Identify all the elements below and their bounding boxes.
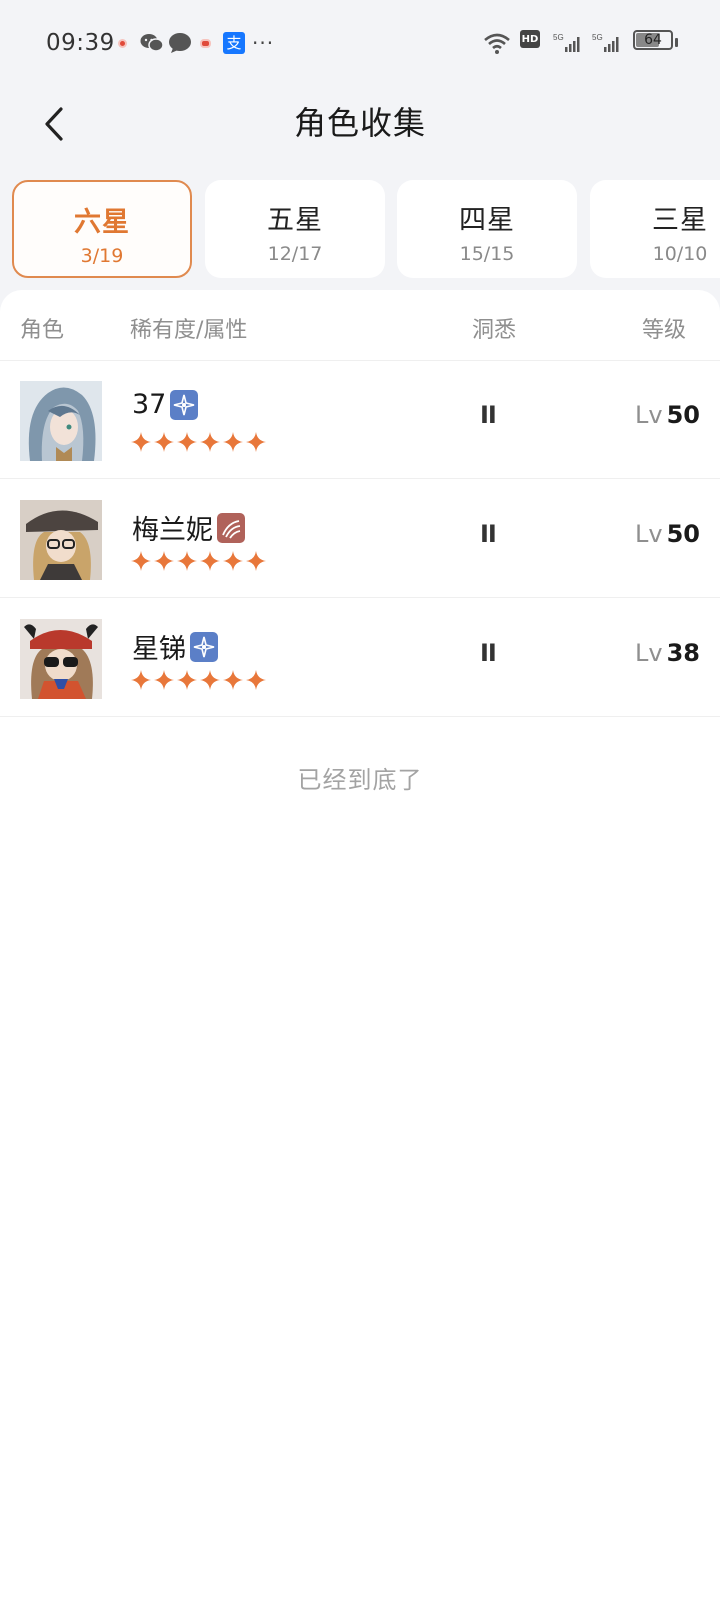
battery-icon: 64 [633, 30, 673, 50]
star-icon [131, 432, 151, 452]
character-row[interactable]: 梅兰妮 II Lv 50 [0, 480, 720, 598]
level-prefix: Lv [635, 639, 663, 667]
insight-level: II [480, 401, 497, 429]
star-icon [223, 432, 243, 452]
star-icon [177, 670, 197, 690]
star-icon [200, 432, 220, 452]
star-icon [177, 551, 197, 571]
character-level: Lv 50 [635, 520, 700, 548]
level-value: 50 [666, 401, 700, 429]
column-header-character: 角色 [20, 318, 65, 343]
battery-tip [675, 38, 678, 47]
rarity-tabs: 六星 3/19 五星 12/17 四星 15/15 三星 10/10 [0, 180, 720, 280]
clock: 09:39 [46, 30, 115, 56]
column-header-insight: 洞悉 [472, 318, 517, 343]
message-bubble-icon [168, 30, 192, 56]
character-name-line: 星锑 [132, 627, 218, 666]
character-level: Lv 38 [635, 639, 700, 667]
wechat-icon [140, 30, 164, 56]
star-icon [200, 551, 220, 571]
svg-text:5G: 5G [592, 33, 603, 42]
alipay-icon: 支 [223, 30, 245, 56]
character-name: 星锑 [132, 634, 186, 665]
tab-count: 12/17 [267, 243, 323, 265]
character-avatar [20, 500, 102, 580]
character-list-card: 角色 稀有度/属性 洞悉 等级 37 II Lv 50 梅兰妮 II Lv 50… [0, 290, 720, 1598]
tab-five-star[interactable]: 五星 12/17 [205, 180, 385, 278]
tab-count: 3/19 [80, 245, 124, 267]
tab-label: 四星 [459, 205, 515, 236]
column-header-level: 等级 [642, 318, 687, 343]
astral-icon [190, 631, 218, 662]
notification-red-dot-icon [118, 30, 127, 56]
end-of-list-text: 已经到底了 [297, 766, 423, 794]
tab-count: 15/15 [459, 243, 515, 265]
tab-label: 五星 [267, 205, 323, 236]
star-icon [154, 432, 174, 452]
page-title: 角色收集 [293, 104, 426, 142]
star-icon [154, 551, 174, 571]
character-row[interactable]: 37 II Lv 50 [0, 361, 720, 479]
status-bar: 09:39 支 ··· HD 5G 5G 64 [0, 0, 720, 86]
wifi-icon [482, 30, 512, 56]
tab-label: 三星 [652, 205, 708, 236]
signal-strength-icon: 5G [592, 30, 622, 56]
rarity-stars [130, 550, 268, 572]
star-icon [223, 670, 243, 690]
star-icon [177, 432, 197, 452]
star-icon [131, 670, 151, 690]
character-name: 37 [132, 389, 167, 420]
column-header-rarity-attribute: 稀有度/属性 [130, 318, 248, 343]
level-prefix: Lv [635, 401, 663, 429]
character-name: 梅兰妮 [132, 515, 213, 546]
tab-label: 六星 [74, 207, 130, 238]
notification-red-badge-icon [200, 30, 211, 56]
rarity-stars [130, 669, 268, 691]
tab-count: 10/10 [652, 243, 708, 265]
character-level: Lv 50 [635, 401, 700, 429]
star-icon [223, 551, 243, 571]
alipay-glyph: 支 [223, 32, 245, 54]
insight-level: II [480, 639, 497, 667]
character-avatar [20, 619, 102, 699]
tab-four-star[interactable]: 四星 15/15 [397, 180, 577, 278]
character-avatar [20, 381, 102, 461]
svg-text:5G: 5G [553, 33, 564, 42]
star-icon [246, 670, 266, 690]
level-prefix: Lv [635, 520, 663, 548]
beast-claw-icon [217, 512, 245, 543]
character-name-line: 梅兰妮 [132, 508, 245, 547]
star-icon [246, 432, 266, 452]
more-notifications-icon: ··· [252, 31, 275, 55]
tab-six-star[interactable]: 六星 3/19 [12, 180, 192, 278]
insight-level: II [480, 520, 497, 548]
astral-icon [170, 389, 199, 420]
level-value: 38 [666, 639, 700, 667]
star-icon [131, 551, 151, 571]
star-icon [246, 551, 266, 571]
signal-strength-icon: 5G [553, 30, 583, 56]
star-icon [200, 670, 220, 690]
character-row[interactable]: 星锑 II Lv 38 [0, 599, 720, 717]
rarity-stars [130, 431, 268, 453]
tab-three-star[interactable]: 三星 10/10 [590, 180, 720, 278]
battery-level: 64 [644, 32, 662, 48]
hd-voice-badge: HD [520, 30, 540, 48]
star-icon [154, 670, 174, 690]
character-name-line: 37 [132, 389, 199, 420]
level-value: 50 [666, 520, 700, 548]
